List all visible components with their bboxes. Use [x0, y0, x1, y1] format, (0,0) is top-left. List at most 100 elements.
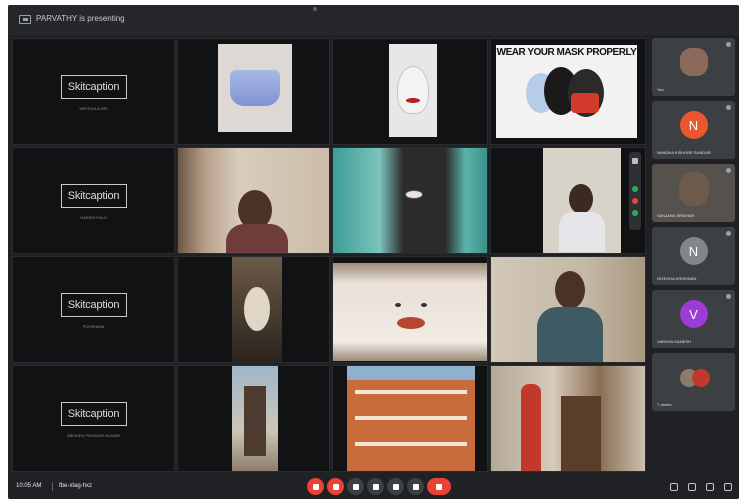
meet-window: PARVATHY is presenting Skitcaption MRITH… [8, 5, 739, 499]
others-count: 7 others [657, 402, 672, 407]
video-feed [333, 263, 487, 361]
clock: 10:05 AM [16, 483, 42, 489]
tile-caption: HARSHITHA S [80, 215, 107, 221]
hand-icon [372, 483, 379, 490]
participant-tile-mask-blue[interactable] [177, 38, 330, 145]
present-screen-icon [19, 15, 31, 24]
paper-face-image [244, 287, 270, 331]
raise-hand-button[interactable] [367, 478, 384, 495]
participant-name: NIVEDHA KRISHNAN [657, 276, 697, 281]
red-color-icon[interactable] [632, 198, 638, 204]
participant-tile-logo-1[interactable]: Skitcaption MRITHULA SRI [12, 38, 175, 145]
hang-up-icon [436, 483, 442, 490]
participant-name: You [657, 87, 664, 92]
green-color-icon[interactable] [632, 210, 638, 216]
building-band [355, 442, 467, 446]
participant-tile-building[interactable] [332, 365, 488, 472]
building-band [355, 390, 467, 394]
camera-off-icon [332, 483, 339, 490]
tile-caption: POORNIMA [82, 324, 105, 330]
participant-tile-girl[interactable] [177, 147, 330, 254]
cabinet-image [561, 396, 601, 471]
camera-indicator-icon [313, 7, 317, 11]
person-head [569, 184, 593, 214]
chat-icon[interactable] [706, 483, 714, 491]
participant-name: VARSHA GANESH [657, 339, 691, 344]
participant-name: NANDHA KISHORE SUNDAR [657, 150, 711, 155]
video-feed [232, 257, 282, 362]
initial-avatar: N [679, 237, 708, 265]
camera-toggle-button[interactable] [327, 478, 344, 495]
mic-muted-icon [726, 294, 731, 299]
participant-tile-street[interactable] [177, 365, 330, 472]
video-feed [347, 366, 475, 471]
video-feed [389, 44, 437, 137]
info-icon[interactable] [670, 483, 678, 491]
user-avatar [678, 172, 709, 206]
skitcaption-logo: Skitcaption [60, 184, 127, 209]
present-icon [392, 483, 399, 490]
participants-strip: You N NANDHA KISHORE SUNDAR SANJANA SRID… [649, 38, 737, 472]
participant-tile-cloth[interactable] [332, 147, 488, 254]
participant-card[interactable]: V VARSHA GANESH [652, 290, 735, 348]
call-controls-bar: 10:05 AM fbe-xtag-hxz [8, 475, 739, 499]
participant-tile-dark-room[interactable] [177, 256, 330, 363]
annotation-toolbar[interactable] [629, 152, 641, 230]
others-card[interactable]: 7 others [652, 353, 735, 411]
skitcaption-logo: Skitcaption [60, 293, 127, 318]
building-band [355, 416, 467, 420]
presentation-banner: PARVATHY is presenting [8, 5, 739, 35]
person-head [555, 271, 585, 309]
mouth-drawing [405, 190, 423, 199]
participant-tile-poster[interactable]: WEAR YOUR MASK PROPERLY [490, 38, 646, 145]
participant-tile-logo-3[interactable]: Skitcaption POORNIMA [12, 256, 175, 363]
video-feed [491, 257, 645, 362]
mic-muted-icon [726, 168, 731, 173]
tile-caption: MRITHULA SRI [79, 106, 108, 112]
tile-caption: ABISHEK PRAKASH KUMAR [66, 433, 121, 439]
participant-tile-home[interactable] [490, 365, 646, 472]
red-mask-illustration [571, 93, 599, 113]
meeting-code: fbe-xtag-hxz [59, 483, 93, 489]
mic-toggle-button[interactable] [307, 478, 324, 495]
more-options-button[interactable] [407, 478, 424, 495]
participant-card[interactable]: SANJANA SRIDHAR [652, 164, 735, 222]
participant-card[interactable]: N NIVEDHA KRISHNAN [652, 227, 735, 285]
video-feed [491, 366, 645, 471]
initial-avatar: N [679, 111, 708, 139]
poster-image: WEAR YOUR MASK PROPERLY [496, 45, 637, 138]
video-grid: Skitcaption MRITHULA SRI WEAR YOUR MASK … [12, 38, 646, 472]
people-icon[interactable] [688, 483, 696, 491]
captions-button[interactable] [347, 478, 364, 495]
lips-drawing [397, 317, 425, 329]
participant-tile-logo-2[interactable]: Skitcaption HARSHITHA S [12, 147, 175, 254]
video-feed [232, 366, 278, 471]
initial-avatar: V [679, 300, 708, 328]
blue-mask-image [230, 70, 280, 106]
participant-tile-lips[interactable] [332, 256, 488, 363]
paper-mask-image [397, 66, 429, 114]
person-standing [521, 384, 541, 471]
participant-card-you[interactable]: You [652, 38, 735, 96]
poster-title: WEAR YOUR MASK PROPERLY [496, 47, 637, 58]
activities-icon[interactable] [724, 483, 732, 491]
avatar [692, 369, 710, 387]
participant-tile-mask-face[interactable] [332, 38, 488, 145]
divider [52, 482, 53, 491]
leave-call-button[interactable] [427, 478, 451, 495]
green-color-icon[interactable] [632, 186, 638, 192]
pen-icon[interactable] [632, 158, 638, 164]
mic-muted-icon [726, 231, 731, 236]
present-button[interactable] [387, 478, 404, 495]
participant-card[interactable]: N NANDHA KISHORE SUNDAR [652, 101, 735, 159]
eye-drawing [421, 303, 427, 307]
person-body [226, 224, 288, 253]
participant-tile-boy[interactable] [490, 147, 646, 254]
skitcaption-logo: Skitcaption [60, 402, 127, 427]
participant-tile-man[interactable] [490, 256, 646, 363]
video-feed [218, 44, 292, 132]
cc-icon [352, 483, 359, 490]
participant-name: SANJANA SRIDHAR [657, 213, 695, 218]
participant-tile-logo-4[interactable]: Skitcaption ABISHEK PRAKASH KUMAR [12, 365, 175, 472]
mic-muted-icon [726, 42, 731, 47]
